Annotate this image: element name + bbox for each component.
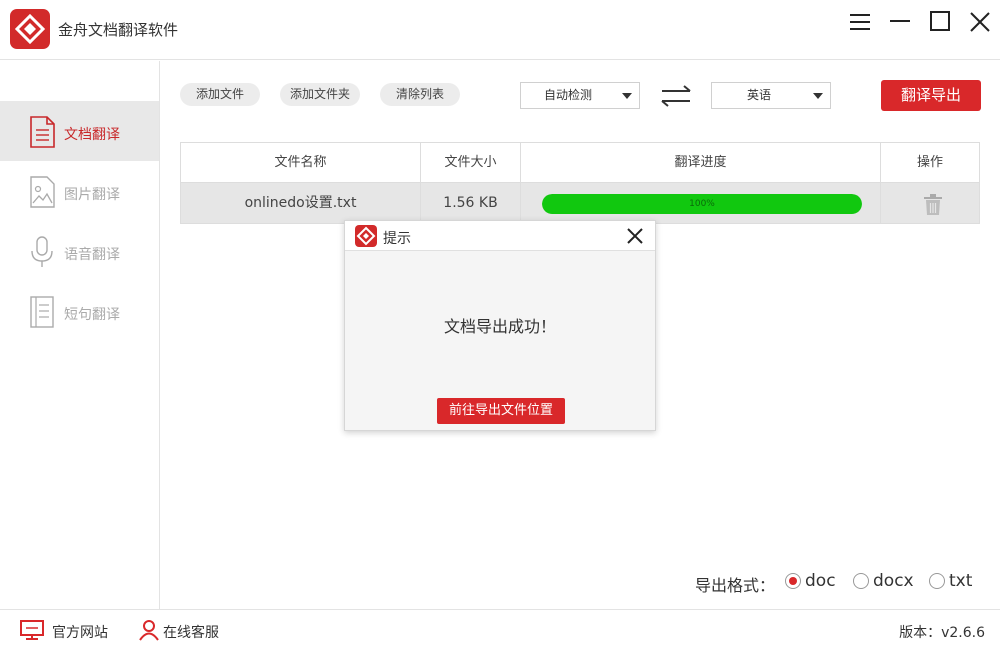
translate-export-button[interactable]: 翻译导出 [881,80,981,111]
radio-doc-label[interactable]: doc [805,571,836,591]
dialog-header: 提示 [345,221,655,251]
chevron-down-icon [622,93,632,99]
radio-docx[interactable] [853,573,869,589]
close-icon[interactable] [625,226,645,246]
add-folder-button[interactable]: 添加文件夹 [280,83,360,106]
dialog-title: 提示 [383,231,411,247]
sidebar-item-sentence-translate[interactable]: 短句翻译 [0,281,159,341]
sidebar-item-label: 图片翻译 [64,187,120,203]
table-header: 文件名称 文件大小 翻译进度 操作 [180,142,980,183]
app-window: 金舟文档翻译软件 文档翻译 图片翻译 语音翻译 短句翻译 添加文件 添加文件夹 … [0,0,1000,649]
source-language-select[interactable]: 自动检测 [520,82,640,109]
success-dialog: 提示 文档导出成功！ 前往导出文件位置 [344,220,656,431]
text-list-icon [28,296,56,328]
sidebar-item-label: 短句翻译 [64,307,120,323]
file-size-cell: 1.56 KB [421,183,521,223]
column-header-filesize: 文件大小 [421,143,521,182]
add-file-button[interactable]: 添加文件 [180,83,260,106]
dialog-message: 文档导出成功！ [443,317,556,336]
online-support-link[interactable]: 在线客服 [163,622,219,642]
action-cell [881,183,979,223]
column-header-filename: 文件名称 [181,143,421,182]
monitor-icon[interactable] [20,619,44,641]
sidebar-item-label: 语音翻译 [64,247,120,263]
title-bar: 金舟文档翻译软件 [0,0,1000,60]
user-icon[interactable] [137,619,161,641]
sidebar-item-voice-translate[interactable]: 语音翻译 [0,221,159,281]
maximize-icon[interactable] [928,10,952,34]
minimize-icon[interactable] [888,10,912,34]
footer: 官方网站 在线客服 版本：v2.6.6 [0,609,1000,649]
radio-doc[interactable] [785,573,801,589]
progress-cell: 100% [521,183,881,223]
radio-docx-label[interactable]: docx [873,571,914,591]
progress-bar: 100% [542,194,862,214]
swap-languages-icon[interactable] [658,84,694,108]
file-name-cell: onlinedo设置.txt [181,183,421,223]
version-label: 版本：v2.6.6 [899,625,985,641]
target-language-value: 英语 [746,88,771,102]
clear-list-button[interactable]: 清除列表 [380,83,460,106]
app-title: 金舟文档翻译软件 [58,21,179,39]
official-website-link[interactable]: 官方网站 [52,622,108,642]
menu-icon[interactable] [848,10,872,34]
column-header-action: 操作 [916,155,943,170]
microphone-icon [28,236,56,268]
source-language-value: 自动检测 [543,88,592,102]
sidebar-item-image-translate[interactable]: 图片翻译 [0,161,159,221]
sidebar-item-document-translate[interactable]: 文档翻译 [0,101,159,161]
open-export-location-button[interactable]: 前往导出文件位置 [437,398,565,424]
image-icon [28,176,56,208]
column-header-progress: 翻译进度 [521,143,881,182]
table-row[interactable]: onlinedo设置.txt 1.56 KB 100% [180,183,980,224]
chevron-down-icon [813,93,823,99]
radio-txt-label[interactable]: txt [949,571,972,591]
app-logo-icon [355,225,377,247]
close-icon[interactable] [968,10,992,34]
progress-label: 100% [689,199,715,209]
sidebar-item-label: 文档翻译 [64,127,120,143]
export-format-label: 导出格式： [695,576,776,595]
radio-txt[interactable] [929,573,945,589]
sidebar: 文档翻译 图片翻译 语音翻译 短句翻译 [0,61,160,609]
app-logo-icon [10,9,50,49]
trash-icon[interactable] [923,192,943,215]
document-icon [28,116,56,148]
target-language-select[interactable]: 英语 [711,82,831,109]
